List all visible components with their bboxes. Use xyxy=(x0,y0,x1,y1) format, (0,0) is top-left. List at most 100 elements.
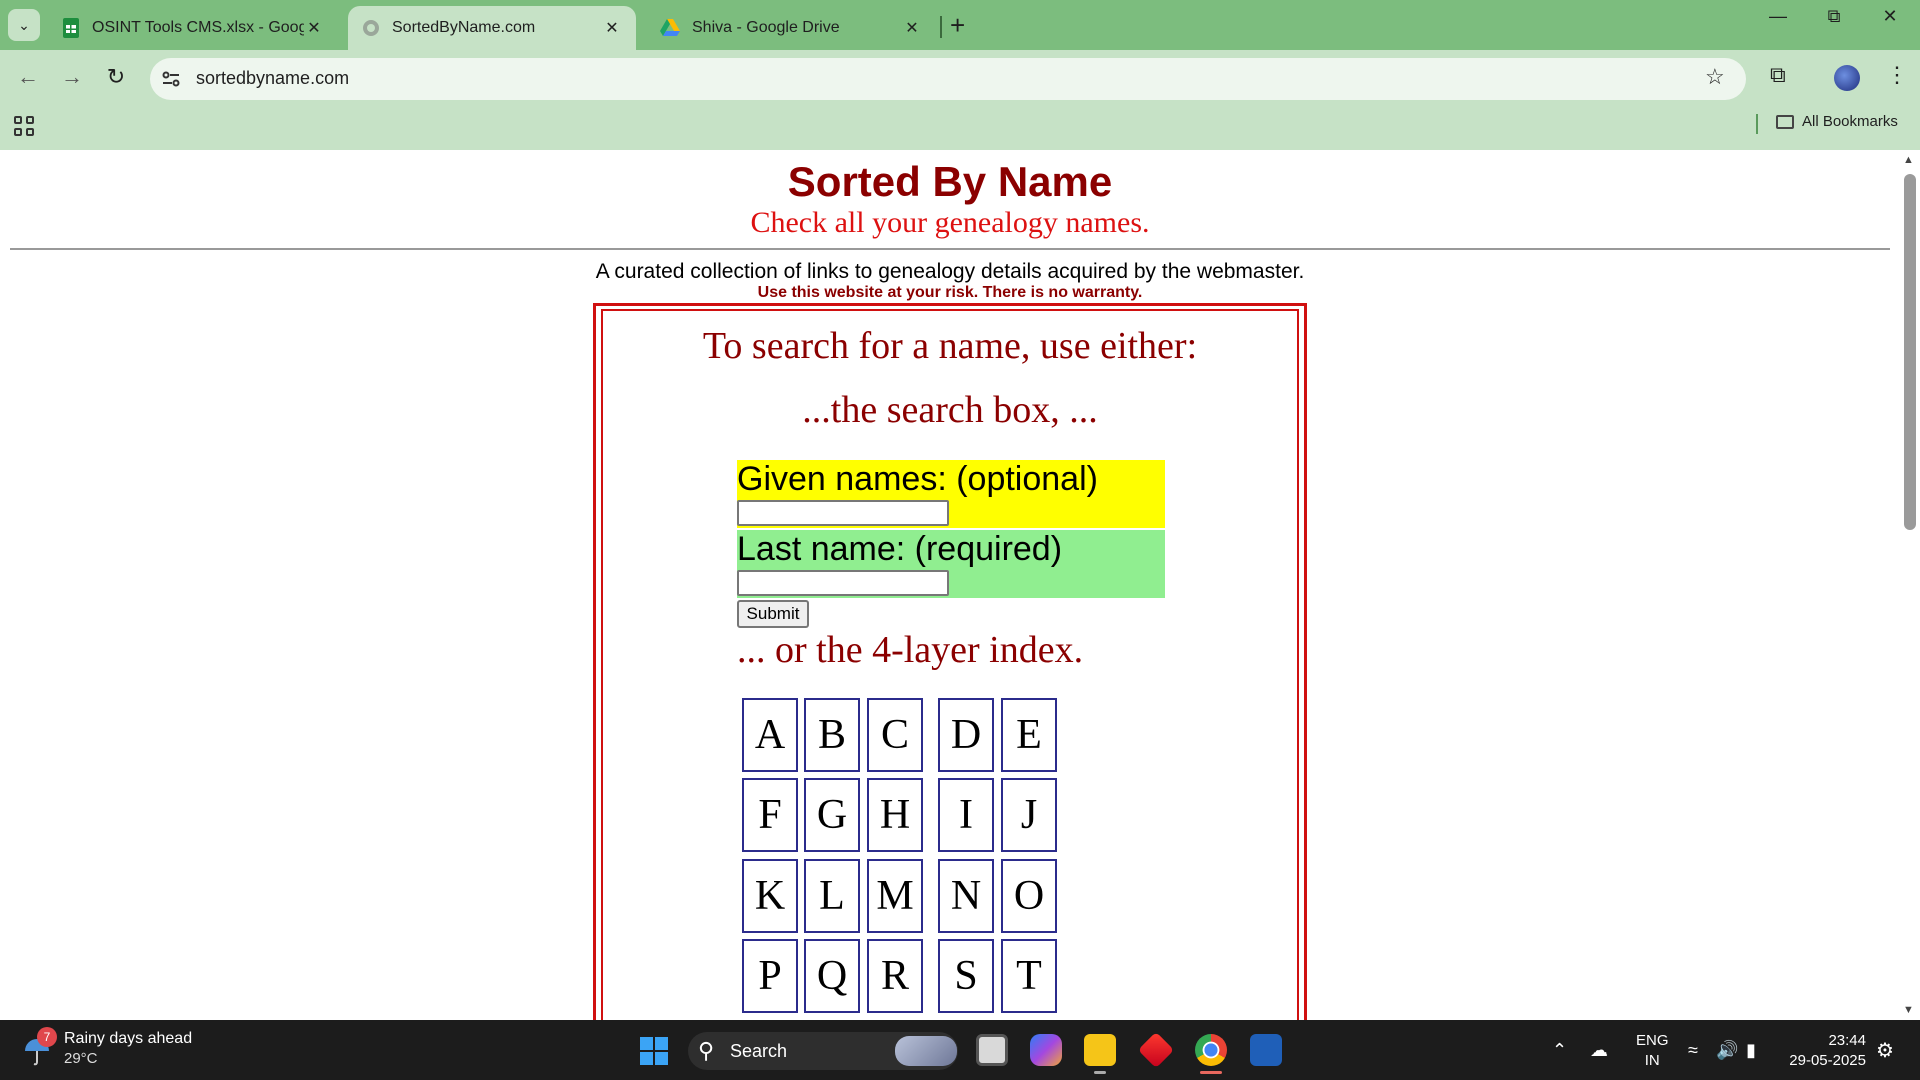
letter-index-r[interactable]: R xyxy=(867,939,923,1013)
tab-title: OSINT Tools CMS.xlsx - Google xyxy=(92,19,304,36)
search-icon: ⚲ xyxy=(698,1038,715,1063)
back-button[interactable]: ← xyxy=(12,64,44,90)
powershell-icon[interactable] xyxy=(1250,1034,1282,1066)
tab-separator xyxy=(940,16,942,38)
apps-grid-icon[interactable] xyxy=(14,116,34,136)
minimize-icon: — xyxy=(1769,6,1787,26)
plus-icon: + xyxy=(950,10,966,40)
page-viewport: Sorted By Name Check all your genealogy … xyxy=(0,150,1900,1020)
profile-avatar[interactable] xyxy=(1834,65,1860,91)
weather-badge: 7 xyxy=(37,1027,57,1047)
letter-index-c[interactable]: C xyxy=(867,698,923,772)
scroll-down-arrow-icon[interactable]: ▼ xyxy=(1903,1004,1914,1016)
scroll-up-arrow-icon[interactable]: ▲ xyxy=(1903,154,1914,166)
google-drive-icon xyxy=(660,19,680,36)
letter-index-a[interactable]: A xyxy=(742,698,798,772)
reload-button[interactable]: ↻ xyxy=(100,64,132,90)
letter-index-e[interactable]: E xyxy=(1001,698,1057,772)
weather-temperature: 29°C xyxy=(64,1050,98,1067)
site-title: Sorted By Name xyxy=(787,158,1113,205)
file-explorer-icon[interactable] xyxy=(1084,1034,1116,1066)
letter-index-g[interactable]: G xyxy=(804,778,860,852)
tab-title: Shiva - Google Drive xyxy=(692,19,840,36)
arrow-right-icon: → xyxy=(61,64,83,89)
close-icon[interactable]: ✕ xyxy=(304,18,324,38)
last-name-row: Last name: (required) xyxy=(737,530,1165,598)
taskbar-search-label: Search xyxy=(730,1041,788,1061)
restore-button[interactable]: ⧉ xyxy=(1814,6,1854,27)
wifi-icon[interactable]: ≈ xyxy=(1688,1040,1698,1061)
letter-index-f[interactable]: F xyxy=(742,778,798,852)
last-name-label: Last name: (required) xyxy=(737,530,1063,568)
notification-bell-icon[interactable]: ⚙ xyxy=(1876,1038,1894,1063)
chrome-icon[interactable] xyxy=(1195,1034,1227,1066)
active-indicator xyxy=(1200,1071,1222,1074)
address-bar[interactable] xyxy=(150,58,1746,100)
copilot-icon[interactable] xyxy=(1030,1034,1062,1066)
site-info-icon[interactable] xyxy=(160,68,182,90)
battery-icon[interactable]: ▮ xyxy=(1746,1040,1756,1061)
search-highlight-image xyxy=(895,1036,957,1066)
letter-index-s[interactable]: S xyxy=(938,939,994,1013)
task-view-icon[interactable] xyxy=(976,1034,1008,1066)
language-indicator[interactable]: ENG IN xyxy=(1636,1031,1669,1071)
globe-icon xyxy=(363,20,379,36)
close-icon: ✕ xyxy=(1882,6,1898,26)
close-icon[interactable]: ✕ xyxy=(602,18,622,38)
system-clock[interactable]: 23:44 29-05-2025 xyxy=(1786,1031,1866,1071)
letter-index-k[interactable]: K xyxy=(742,859,798,933)
letter-index-l[interactable]: L xyxy=(804,859,860,933)
letter-index-d[interactable]: D xyxy=(938,698,994,772)
letter-index-n[interactable]: N xyxy=(938,859,994,933)
tab-google-drive[interactable]: Shiva - Google Drive ✕ xyxy=(646,6,936,50)
letter-index-m[interactable]: M xyxy=(867,859,923,933)
weather-title[interactable]: Rainy days ahead xyxy=(64,1030,192,1048)
arrow-left-icon: ← xyxy=(17,64,39,89)
submit-button[interactable]: Submit xyxy=(737,600,809,628)
extensions-icon[interactable]: ⧉ xyxy=(1770,62,1786,88)
restore-icon: ⧉ xyxy=(1827,6,1841,26)
search-box-text: ...the search box, ... xyxy=(802,389,1098,431)
letter-index-p[interactable]: P xyxy=(742,939,798,1013)
given-names-row: Given names: (optional) xyxy=(737,460,1165,528)
letter-index-j[interactable]: J xyxy=(1001,778,1057,852)
close-window-button[interactable]: ✕ xyxy=(1870,6,1910,27)
warning-text: Use this website at your risk. There is … xyxy=(757,284,1143,301)
scrollbar-thumb[interactable] xyxy=(1904,174,1916,530)
letter-index-i[interactable]: I xyxy=(938,778,994,852)
chevron-up-icon[interactable]: ⌃ xyxy=(1552,1040,1567,1061)
all-bookmarks-button[interactable]: All Bookmarks xyxy=(1776,113,1898,130)
site-subtitle: Check all your genealogy names. xyxy=(750,206,1150,239)
menu-kebab-icon[interactable]: ⋮ xyxy=(1886,62,1908,88)
bookmarks-separator xyxy=(1756,114,1758,134)
letter-index-q[interactable]: Q xyxy=(804,939,860,1013)
letter-index-h[interactable]: H xyxy=(867,778,923,852)
letter-index-b[interactable]: B xyxy=(804,698,860,772)
region-code: IN xyxy=(1644,1052,1660,1069)
language-code: ENG xyxy=(1636,1032,1669,1049)
divider xyxy=(10,248,1890,250)
volume-icon[interactable]: 🔊 xyxy=(1716,1040,1738,1061)
tab-search-button[interactable]: ⌄ xyxy=(8,9,40,41)
forward-button[interactable]: → xyxy=(56,64,88,90)
index-text: ... or the 4-layer index. xyxy=(737,629,1084,671)
clock-time: 23:44 xyxy=(1828,1032,1866,1049)
onedrive-icon[interactable]: ☁ xyxy=(1590,1040,1608,1061)
tab-osint-tools[interactable]: OSINT Tools CMS.xlsx - Google ✕ xyxy=(48,6,338,50)
new-tab-button[interactable]: + xyxy=(950,10,965,41)
bookmark-star-icon[interactable]: ☆ xyxy=(1705,64,1725,90)
last-name-input[interactable] xyxy=(737,570,949,596)
letter-index-o[interactable]: O xyxy=(1001,859,1057,933)
close-icon[interactable]: ✕ xyxy=(902,18,922,38)
all-bookmarks-label: All Bookmarks xyxy=(1802,113,1898,130)
letter-index-t[interactable]: T xyxy=(1001,939,1057,1013)
windows-taskbar xyxy=(0,1020,1920,1080)
chevron-down-icon: ⌄ xyxy=(18,16,30,33)
given-names-input[interactable] xyxy=(737,500,949,526)
minimize-button[interactable]: — xyxy=(1758,6,1798,27)
url-text[interactable]: sortedbyname.com xyxy=(196,68,349,89)
windows-start-button[interactable] xyxy=(640,1037,668,1065)
tab-sortedbyname[interactable]: SortedByName.com ✕ xyxy=(348,6,636,50)
tab-title: SortedByName.com xyxy=(392,19,536,36)
search-heading: To search for a name, use either: xyxy=(702,325,1198,367)
